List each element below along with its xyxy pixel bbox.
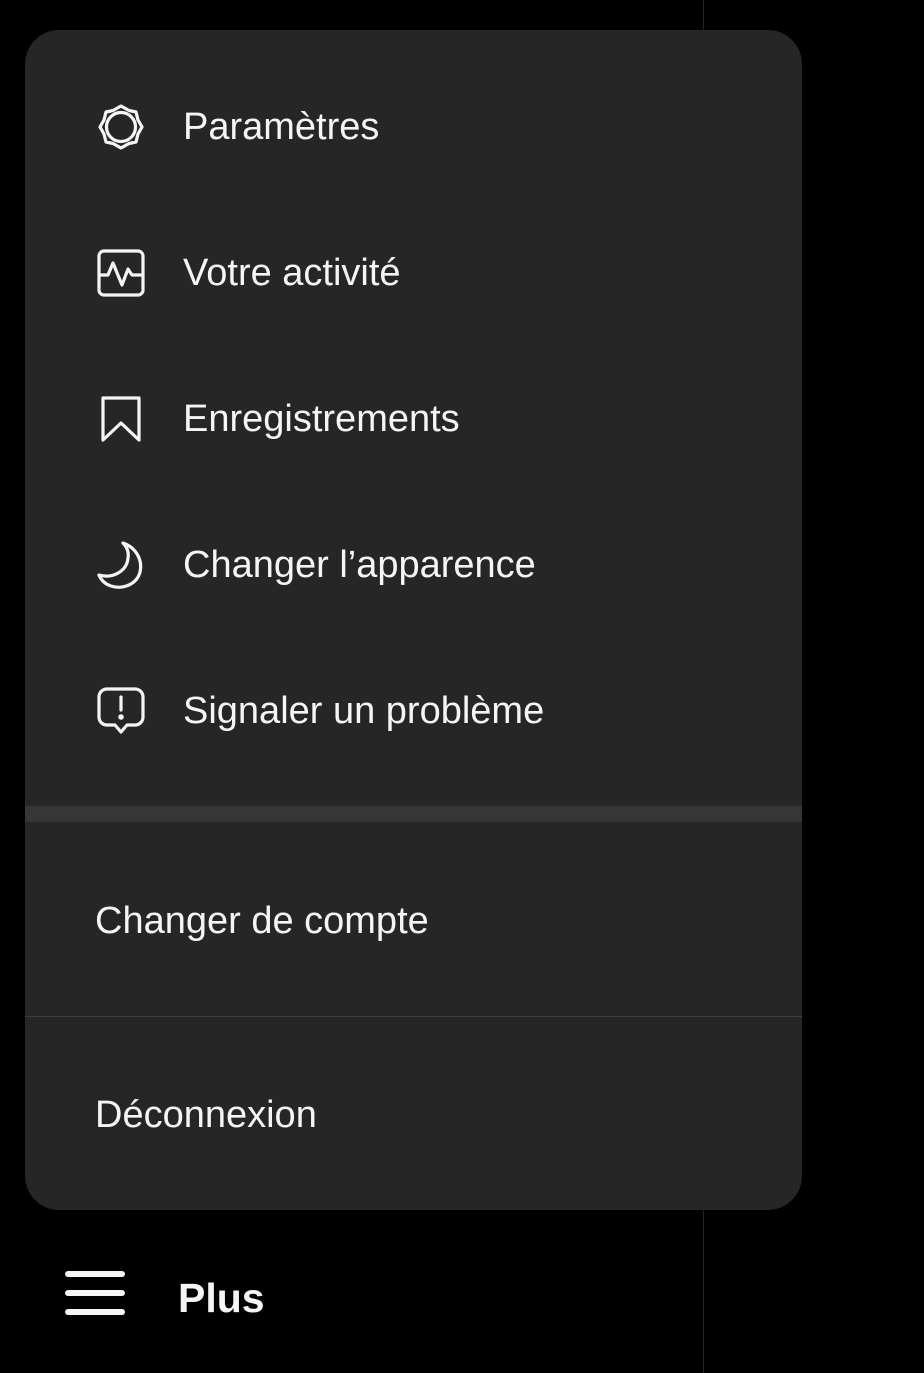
menu-item-label: Paramètres bbox=[183, 106, 380, 148]
menu-item-your-activity[interactable]: Votre activité bbox=[25, 223, 802, 323]
menu-item-label: Enregistrements bbox=[183, 398, 460, 440]
settings-gear-icon bbox=[95, 101, 147, 153]
report-problem-icon bbox=[95, 685, 147, 737]
bookmark-icon bbox=[95, 393, 147, 445]
logout-label: Déconnexion bbox=[95, 1094, 317, 1136]
menu-item-saved[interactable]: Enregistrements bbox=[25, 369, 802, 469]
more-menu-panel: Paramètres Votre activité Enregistrement… bbox=[25, 30, 802, 1210]
more-button-label: Plus bbox=[178, 1274, 265, 1321]
menu-item-settings[interactable]: Paramètres bbox=[25, 77, 802, 177]
menu-item-label: Signaler un problème bbox=[183, 690, 545, 732]
separator bbox=[25, 1016, 802, 1017]
menu-item-label: Changer l’apparence bbox=[183, 544, 536, 586]
menu-item-report-problem[interactable]: Signaler un problème bbox=[25, 661, 802, 761]
moon-icon bbox=[95, 539, 147, 591]
menu-item-switch-appearance[interactable]: Changer l’apparence bbox=[25, 515, 802, 615]
logout-button[interactable]: Déconnexion bbox=[25, 1060, 802, 1170]
switch-account-label: Changer de compte bbox=[95, 900, 429, 942]
activity-icon bbox=[95, 247, 147, 299]
switch-account-button[interactable]: Changer de compte bbox=[25, 866, 802, 976]
more-button[interactable]: Plus bbox=[62, 1258, 342, 1338]
hamburger-menu-icon bbox=[62, 1264, 128, 1330]
menu-item-label: Votre activité bbox=[183, 252, 401, 294]
section-separator bbox=[25, 806, 802, 822]
